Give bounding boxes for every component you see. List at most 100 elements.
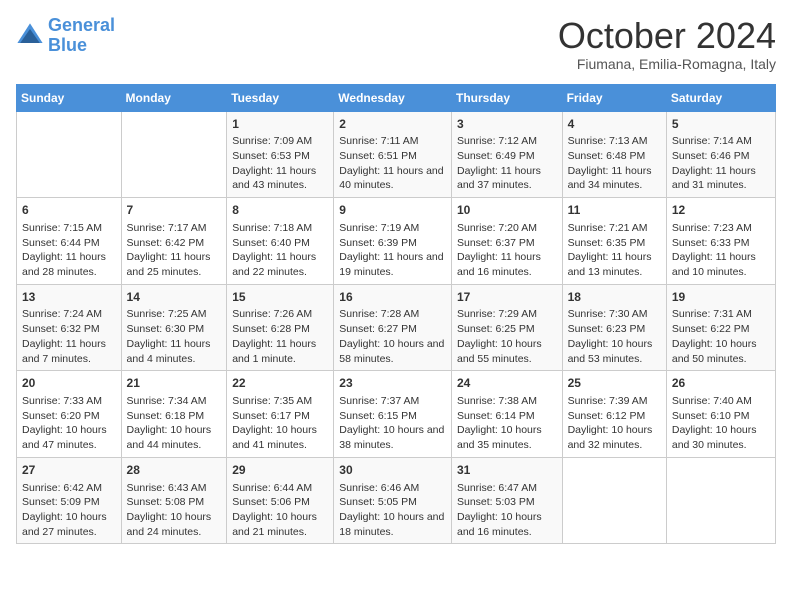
calendar-week-row: 20 Sunrise: 7:33 AMSunset: 6:20 PM Dayligh… <box>17 371 776 458</box>
cell-content-line: Daylight: 11 hours and 40 minutes. <box>339 164 446 193</box>
page-header: General Blue October 2024 Fiumana, Emili… <box>16 16 776 72</box>
day-number: 24 <box>457 375 557 392</box>
cell-content-line: Sunset: 6:20 PM <box>22 409 116 424</box>
cell-content-line: Sunset: 6:15 PM <box>339 409 446 424</box>
calendar-week-row: 13Sunrise: 7:24 AMSunset: 6:32 PMDayligh… <box>17 284 776 371</box>
day-number: 17 <box>457 289 557 306</box>
cell-content-line: Daylight: 11 hours and 16 minutes. <box>457 250 557 279</box>
calendar-cell: 16Sunrise: 7:28 AMSunset: 6:27 PMDayligh… <box>334 284 452 371</box>
cell-content-line: Daylight: 10 hours and 21 minutes. <box>232 510 328 539</box>
location: Fiumana, Emilia-Romagna, Italy <box>558 56 776 72</box>
cell-content-line: Daylight: 10 hours and 18 minutes. <box>339 510 446 539</box>
cell-content-line: Sunrise: 7:09 AM <box>232 134 328 149</box>
cell-content-line: Sunset: 6:28 PM <box>232 322 328 337</box>
cell-content-line: Daylight: 10 hours and 24 minutes. <box>127 510 222 539</box>
cell-content-line: Daylight: 10 hours and 41 minutes. <box>232 423 328 452</box>
cell-content-line: Daylight: 10 hours and 38 minutes. <box>339 423 446 452</box>
cell-content-line: Sunrise: 7:33 AM <box>22 394 116 409</box>
cell-content-line: Daylight: 11 hours and 34 minutes. <box>568 164 661 193</box>
cell-content-line: Sunrise: 7:35 AM <box>232 394 328 409</box>
day-number: 7 <box>127 202 222 219</box>
cell-content-line: Sunset: 5:09 PM <box>22 495 116 510</box>
cell-content-line: Daylight: 10 hours and 27 minutes. <box>22 510 116 539</box>
cell-content-line: Sunrise: 6:42 AM <box>22 481 116 496</box>
calendar-cell: 14Sunrise: 7:25 AMSunset: 6:30 PMDayligh… <box>121 284 227 371</box>
cell-content-line: Sunset: 6:32 PM <box>22 322 116 337</box>
day-number: 23 <box>339 375 446 392</box>
day-number: 4 <box>568 116 661 133</box>
day-number: 22 <box>232 375 328 392</box>
cell-content-line: Sunset: 6:53 PM <box>232 149 328 164</box>
day-number: 3 <box>457 116 557 133</box>
calendar-cell: 21Sunrise: 7:34 AMSunset: 6:18 PMDayligh… <box>121 371 227 458</box>
weekday-header-wednesday: Wednesday <box>334 84 452 111</box>
cell-content-line: Daylight: 10 hours and 30 minutes. <box>672 423 770 452</box>
cell-content-line: Sunset: 6:22 PM <box>672 322 770 337</box>
calendar-cell: 31Sunrise: 6:47 AMSunset: 5:03 PMDayligh… <box>451 457 562 544</box>
cell-content-line: Sunset: 6:48 PM <box>568 149 661 164</box>
day-number: 12 <box>672 202 770 219</box>
calendar-cell <box>666 457 775 544</box>
cell-content-line: Sunrise: 7:37 AM <box>339 394 446 409</box>
cell-content-line: Sunset: 5:03 PM <box>457 495 557 510</box>
day-number: 20 <box>22 375 116 392</box>
cell-content-line: Sunset: 6:35 PM <box>568 236 661 251</box>
cell-content-line: Daylight: 11 hours and 19 minutes. <box>339 250 446 279</box>
cell-content-line: Daylight: 10 hours and 16 minutes. <box>457 510 557 539</box>
weekday-header-tuesday: Tuesday <box>227 84 334 111</box>
calendar-cell: 25Sunrise: 7:39 AMSunset: 6:12 PMDayligh… <box>562 371 666 458</box>
cell-content-line: Daylight: 11 hours and 31 minutes. <box>672 164 770 193</box>
day-number: 1 <box>232 116 328 133</box>
day-number: 16 <box>339 289 446 306</box>
cell-content-line: Sunset: 6:10 PM <box>672 409 770 424</box>
cell-content-line: Daylight: 10 hours and 35 minutes. <box>457 423 557 452</box>
cell-content-line: Sunset: 6:44 PM <box>22 236 116 251</box>
cell-content-line: Sunset: 5:06 PM <box>232 495 328 510</box>
cell-content-line: Sunrise: 7:40 AM <box>672 394 770 409</box>
day-number: 11 <box>568 202 661 219</box>
cell-content-line: Sunset: 6:37 PM <box>457 236 557 251</box>
calendar-cell: 20Sunrise: 7:33 AMSunset: 6:20 PMDayligh… <box>17 371 122 458</box>
day-number: 8 <box>232 202 328 219</box>
calendar-week-row: 1Sunrise: 7:09 AMSunset: 6:53 PMDaylight… <box>17 111 776 198</box>
logo-icon <box>16 22 44 50</box>
day-number: 13 <box>22 289 116 306</box>
calendar-cell: 30Sunrise: 6:46 AMSunset: 5:05 PMDayligh… <box>334 457 452 544</box>
cell-content-line: Daylight: 11 hours and 1 minute. <box>232 337 328 366</box>
logo: General Blue <box>16 16 115 56</box>
cell-content-line: Sunrise: 7:17 AM <box>127 221 222 236</box>
day-number: 25 <box>568 375 661 392</box>
weekday-header-friday: Friday <box>562 84 666 111</box>
day-number: 31 <box>457 462 557 479</box>
weekday-header-row: SundayMondayTuesdayWednesdayThursdayFrid… <box>17 84 776 111</box>
calendar-table: SundayMondayTuesdayWednesdayThursdayFrid… <box>16 84 776 545</box>
day-number: 5 <box>672 116 770 133</box>
cell-content-line: Sunset: 5:08 PM <box>127 495 222 510</box>
calendar-cell: 18Sunrise: 7:30 AMSunset: 6:23 PMDayligh… <box>562 284 666 371</box>
calendar-week-row: 27Sunrise: 6:42 AMSunset: 5:09 PMDayligh… <box>17 457 776 544</box>
cell-content-line: Daylight: 11 hours and 22 minutes. <box>232 250 328 279</box>
calendar-cell: 29Sunrise: 6:44 AMSunset: 5:06 PMDayligh… <box>227 457 334 544</box>
calendar-cell: 26Sunrise: 7:40 AMSunset: 6:10 PMDayligh… <box>666 371 775 458</box>
logo-text: General Blue <box>48 16 115 56</box>
day-number: 30 <box>339 462 446 479</box>
calendar-cell: 1Sunrise: 7:09 AMSunset: 6:53 PMDaylight… <box>227 111 334 198</box>
weekday-header-sunday: Sunday <box>17 84 122 111</box>
day-number: 2 <box>339 116 446 133</box>
cell-content-line: Daylight: 10 hours and 44 minutes. <box>127 423 222 452</box>
cell-content-line: Daylight: 11 hours and 28 minutes. <box>22 250 116 279</box>
calendar-cell: 8Sunrise: 7:18 AMSunset: 6:40 PMDaylight… <box>227 198 334 285</box>
cell-content-line: Daylight: 11 hours and 43 minutes. <box>232 164 328 193</box>
cell-content-line: Sunrise: 7:13 AM <box>568 134 661 149</box>
cell-content-line: Daylight: 11 hours and 7 minutes. <box>22 337 116 366</box>
month-title: October 2024 <box>558 16 776 56</box>
cell-content-line: Daylight: 10 hours and 53 minutes. <box>568 337 661 366</box>
cell-content-line: Sunset: 6:12 PM <box>568 409 661 424</box>
day-number: 29 <box>232 462 328 479</box>
cell-content-line: Sunrise: 7:12 AM <box>457 134 557 149</box>
day-number: 14 <box>127 289 222 306</box>
calendar-week-row: 6Sunrise: 7:15 AMSunset: 6:44 PMDaylight… <box>17 198 776 285</box>
cell-content-line: Sunrise: 7:11 AM <box>339 134 446 149</box>
calendar-cell: 27Sunrise: 6:42 AMSunset: 5:09 PMDayligh… <box>17 457 122 544</box>
calendar-cell: 23 Sunrise: 7:37 AMSunset: 6:15 PMDayligh… <box>334 371 452 458</box>
